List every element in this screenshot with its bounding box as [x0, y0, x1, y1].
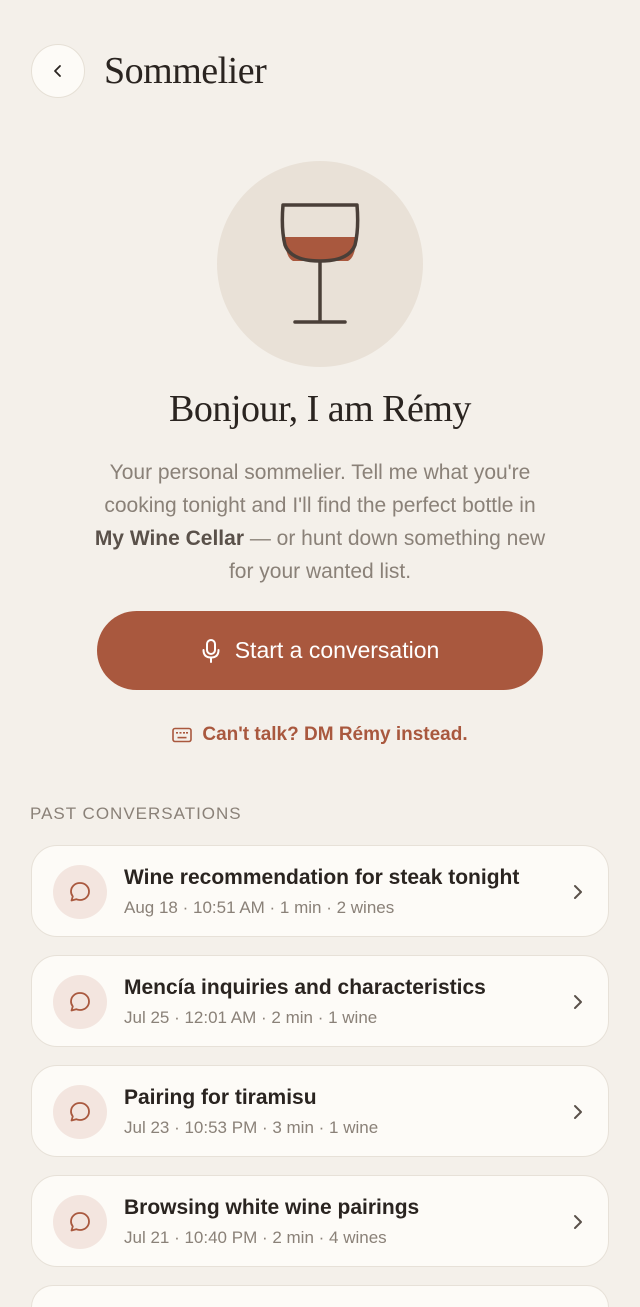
chat-bubble-icon — [53, 975, 107, 1029]
conversation-item[interactable]: Wine recommendation for steak tonight Au… — [31, 845, 609, 937]
dm-remy-label: Can't talk? DM Rémy instead. — [202, 724, 468, 745]
dm-remy-link[interactable]: Can't talk? DM Rémy instead. — [0, 720, 640, 750]
chevron-right-icon — [574, 995, 582, 1009]
conversation-meta: Aug 18 · 10:51 AM · 1 min · 2 wines — [124, 898, 395, 917]
keyboard-icon — [172, 727, 193, 743]
microphone-icon — [202, 638, 220, 663]
conversation-item-partial[interactable] — [31, 1285, 609, 1307]
greeting-heading: Bonjour, I am Rémy — [169, 388, 471, 430]
page-title: Sommelier — [104, 50, 267, 92]
chevron-right-icon — [574, 1105, 582, 1119]
chevron-right-icon — [574, 885, 582, 899]
conversation-title: Browsing white wine pairings — [124, 1196, 420, 1219]
conversation-title: Pairing for tiramisu — [124, 1086, 317, 1109]
cellar-name: My Wine Cellar — [94, 527, 244, 550]
chat-bubble-icon — [53, 1085, 107, 1139]
start-conversation-button[interactable]: Start a conversation — [97, 611, 543, 690]
conversation-item[interactable]: Mencía inquiries and characteristics Jul… — [31, 955, 609, 1047]
chat-bubble-icon — [53, 1195, 107, 1249]
conversation-meta: Jul 25 · 12:01 AM · 2 min · 1 wine — [124, 1008, 378, 1027]
chevron-left-icon — [54, 65, 61, 77]
start-conversation-label: Start a conversation — [234, 637, 440, 663]
chat-bubble-icon — [53, 865, 107, 919]
conversation-meta: Jul 23 · 10:53 PM · 3 min · 1 wine — [124, 1118, 379, 1137]
conversation-title: Mencía inquiries and characteristics — [124, 976, 486, 999]
wine-glass-illustration — [217, 161, 423, 367]
back-button[interactable] — [31, 44, 85, 98]
conversation-item[interactable]: Pairing for tiramisu Jul 23 · 10:53 PM ·… — [31, 1065, 609, 1157]
past-conversations-heading: PAST CONVERSATIONS — [30, 804, 242, 823]
chevron-right-icon — [574, 1215, 582, 1229]
intro-text: Your personal sommelier. Tell me what yo… — [94, 461, 546, 583]
wine-glass-icon — [280, 203, 360, 324]
conversation-meta: Jul 21 · 10:40 PM · 2 min · 4 wines — [124, 1228, 387, 1247]
conversation-title: Wine recommendation for steak tonight — [124, 866, 520, 889]
conversation-item[interactable]: Browsing white wine pairings Jul 21 · 10… — [31, 1175, 609, 1267]
